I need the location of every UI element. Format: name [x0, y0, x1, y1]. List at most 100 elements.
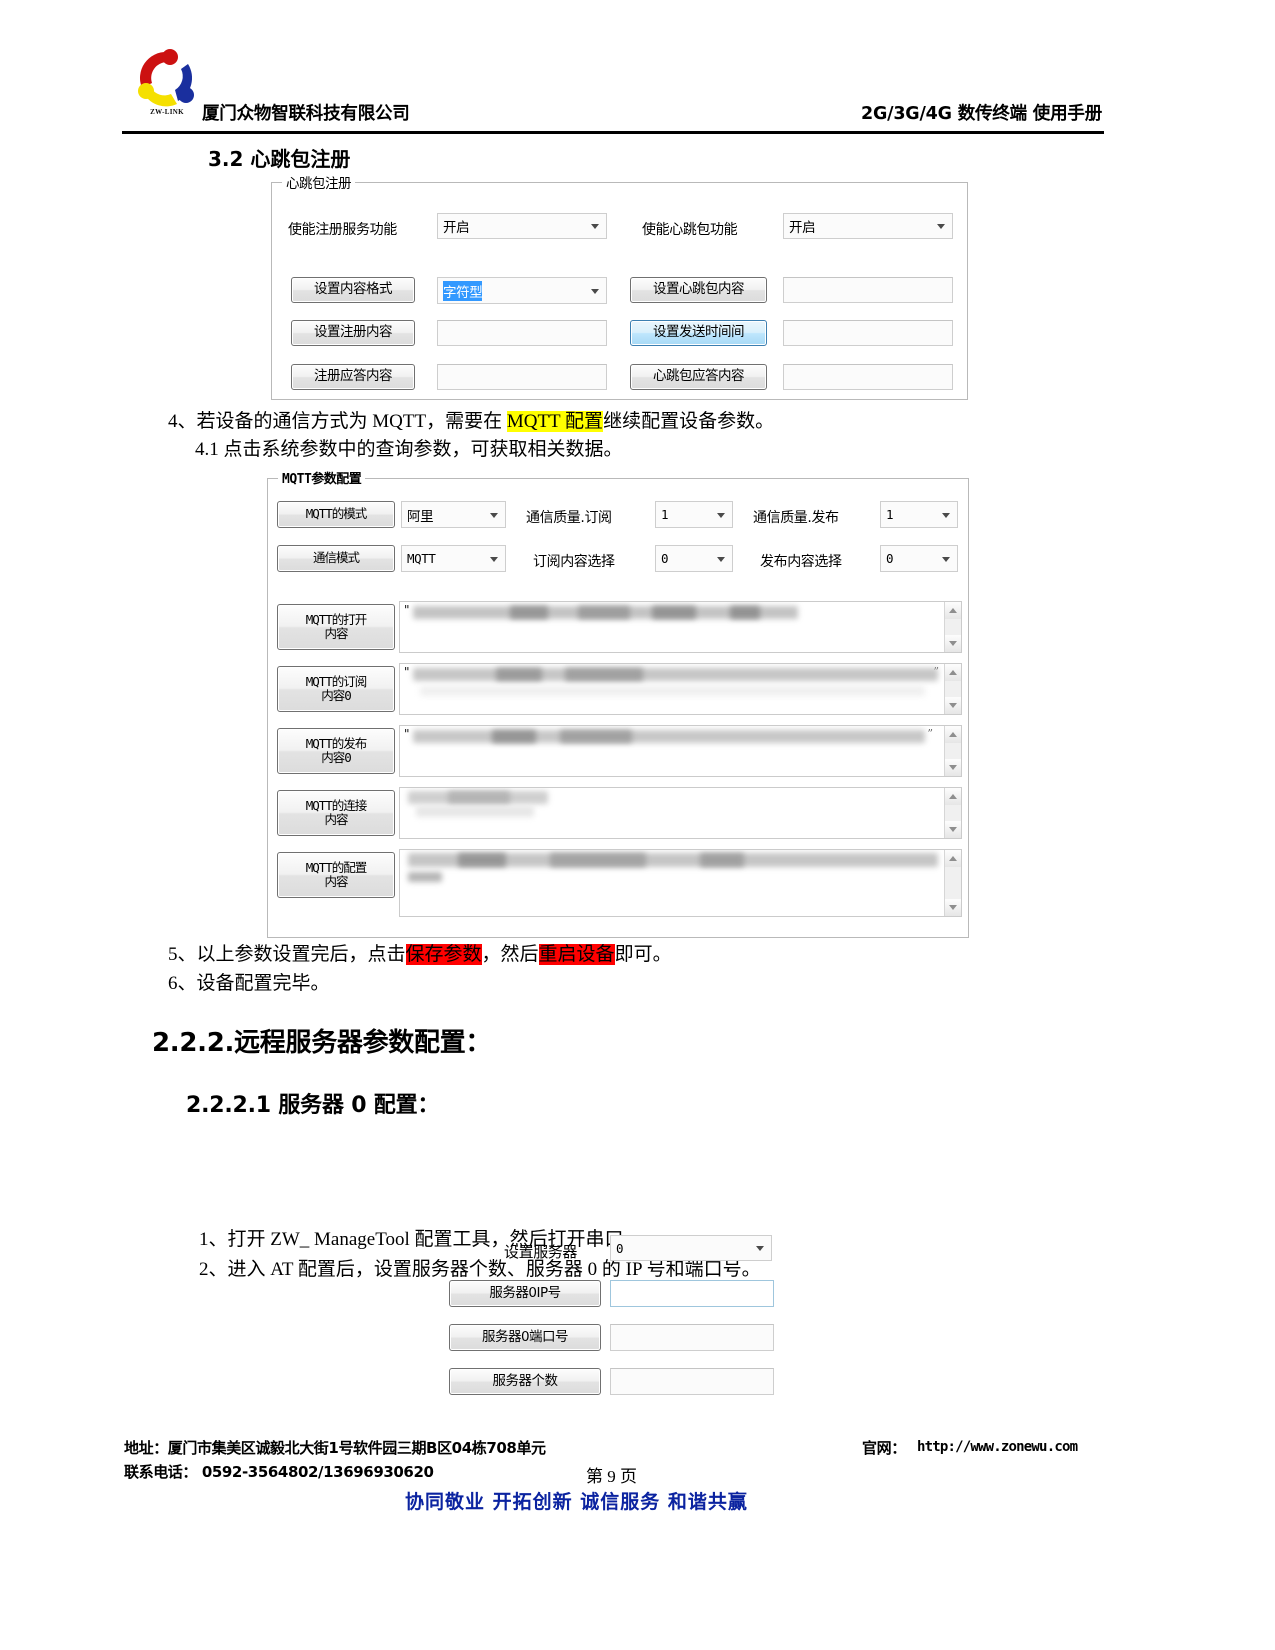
heading-3-2: 3.2 心跳包注册 [208, 147, 351, 171]
set-heartbeat-content-label: 设置心跳包内容 [653, 281, 745, 298]
scroll-down-icon[interactable] [945, 821, 961, 838]
chevron-down-icon [942, 512, 950, 518]
redacted-content [492, 730, 536, 743]
scroll-down-icon[interactable] [945, 899, 961, 916]
mqtt-subscribe-content0-button[interactable]: MQTT的订阅 内容0 [277, 666, 395, 712]
server0-port-input[interactable] [610, 1324, 774, 1351]
scrollbar-vertical[interactable] [944, 788, 961, 838]
heartbeat-reply-content-input[interactable] [783, 364, 953, 390]
heading-2-2-2-1: 2.2.2.1 服务器 0 配置： [186, 1093, 440, 1118]
communication-mode-dropdown[interactable]: MQTT [401, 545, 506, 572]
qos-subscribe-dropdown[interactable]: 1 [655, 501, 733, 528]
chevron-down-icon [490, 556, 498, 562]
mqtt-config-content-textarea[interactable] [399, 849, 962, 917]
set-content-format-label: 设置内容格式 [314, 281, 393, 298]
communication-mode-button[interactable]: 通信模式 [277, 545, 395, 572]
company-logo-icon: ZW-LINK [130, 44, 204, 124]
mqtt-open-content-textarea[interactable]: " [399, 601, 962, 653]
mqtt-open-content-label-2: 内容 [324, 626, 348, 641]
chevron-down-icon [591, 288, 599, 294]
enable-register-service-dropdown[interactable]: 开启 [437, 213, 607, 239]
scroll-up-icon[interactable] [945, 726, 961, 743]
content-format-dropdown[interactable]: 字符型 [437, 277, 607, 304]
page-header: ZW-LINK 厦门众物智联科技有限公司 2G/3G/4G 数传终端 使用手册 [122, 42, 1102, 134]
server0-ip-input[interactable] [610, 1280, 774, 1307]
chevron-down-icon [490, 512, 498, 518]
set-server-dropdown[interactable]: 0 [610, 1235, 772, 1261]
subscribe-content-select-dropdown[interactable]: 0 [655, 545, 733, 572]
enable-register-service-label: 使能注册服务功能 [288, 222, 397, 238]
server-count-input[interactable] [610, 1368, 774, 1395]
mqtt-subscribe-content0-textarea[interactable]: " ” [399, 663, 962, 715]
scrollbar-vertical[interactable] [944, 726, 961, 776]
scroll-down-icon[interactable] [945, 697, 961, 714]
publish-content-select-dropdown[interactable]: 0 [880, 545, 958, 572]
scroll-down-icon[interactable] [945, 635, 961, 652]
scrollbar-vertical[interactable] [944, 602, 961, 652]
communication-mode-label: 通信模式 [312, 550, 360, 566]
scroll-up-icon[interactable] [945, 850, 961, 867]
set-heartbeat-content-button[interactable]: 设置心跳包内容 [630, 277, 767, 303]
scroll-up-icon[interactable] [945, 602, 961, 619]
scroll-up-icon[interactable] [945, 788, 961, 805]
set-send-interval-label: 设置发送时间间 [653, 324, 745, 341]
redacted-content [578, 606, 630, 619]
enable-heartbeat-label: 使能心跳包功能 [642, 222, 738, 238]
mqtt-config-content-button[interactable]: MQTT的配置 内容 [277, 852, 395, 898]
chevron-down-icon [717, 512, 725, 518]
redacted-content [496, 668, 542, 681]
server-count-button[interactable]: 服务器个数 [449, 1368, 601, 1395]
register-reply-content-label: 注册应答内容 [314, 368, 393, 385]
qos-subscribe-value: 1 [661, 507, 669, 522]
page-number: 第 9 页 [586, 1467, 637, 1486]
send-interval-input[interactable] [783, 320, 953, 346]
mqtt-open-content-label-1: MQTT的打开 [305, 611, 368, 627]
footer-website-label: 官网： [862, 1439, 906, 1457]
publish-content-select-label: 发布内容选择 [760, 554, 842, 570]
register-reply-content-button[interactable]: 注册应答内容 [291, 364, 415, 390]
mqtt-connect-content-button[interactable]: MQTT的连接 内容 [277, 790, 395, 836]
step-5-text-a: 5、以上参数设置完后，点击 [168, 944, 406, 965]
register-content-input[interactable] [437, 320, 607, 346]
step-4-line: 4、若设备的通信方式为 MQTT，需要在 MQTT 配置继续配置设备参数。 [168, 410, 774, 434]
publish-content-select-value: 0 [886, 551, 894, 566]
quote-end-icon: ” [927, 727, 933, 740]
scrollbar-vertical[interactable] [944, 664, 961, 714]
section-2221-item-2: 2、进入 AT 配置后，设置服务器个数、服务器 0 的 IP 号和端口号。 [199, 1259, 761, 1280]
redacted-content [560, 730, 632, 743]
set-send-interval-button[interactable]: 设置发送时间间 [630, 320, 767, 346]
scroll-up-icon[interactable] [945, 664, 961, 681]
mqtt-mode-button[interactable]: MQTT的模式 [277, 501, 395, 528]
enable-heartbeat-value: 开启 [789, 220, 816, 236]
enable-heartbeat-dropdown[interactable]: 开启 [783, 213, 953, 239]
qos-publish-dropdown[interactable]: 1 [880, 501, 958, 528]
mqtt-mode-dropdown[interactable]: 阿里 [401, 501, 506, 528]
server-count-label: 服务器个数 [492, 1372, 559, 1389]
step-5-line: 5、以上参数设置完后，点击保存参数，然后重启设备即可。 [168, 943, 672, 967]
set-content-format-button[interactable]: 设置内容格式 [291, 277, 415, 303]
step-5-highlight-restart: 重启设备 [538, 944, 615, 965]
server0-ip-button[interactable]: 服务器0IP号 [449, 1280, 601, 1307]
chevron-down-icon [717, 556, 725, 562]
mqtt-open-content-button[interactable]: MQTT的打开 内容 [277, 604, 395, 650]
mqtt-connect-content-textarea[interactable] [399, 787, 962, 839]
step-5-text-mid: ，然后 [481, 944, 539, 965]
register-reply-content-input[interactable] [437, 364, 607, 390]
scrollbar-vertical[interactable] [944, 850, 961, 916]
set-register-content-label: 设置注册内容 [314, 324, 393, 341]
qos-publish-label: 通信质量.发布 [753, 510, 839, 526]
mqtt-publish-content0-button[interactable]: MQTT的发布 内容0 [277, 728, 395, 774]
mqtt-publish-content0-textarea[interactable]: " ” [399, 725, 962, 777]
server0-port-button[interactable]: 服务器0端口号 [449, 1324, 601, 1351]
qos-subscribe-label: 通信质量.订阅 [526, 510, 612, 526]
set-register-content-button[interactable]: 设置注册内容 [291, 320, 415, 346]
step-6-line: 6、设备配置完毕。 [168, 973, 330, 994]
heartbeat-reply-content-button[interactable]: 心跳包应答内容 [630, 364, 767, 390]
heartbeat-registration-panel: 心跳包注册 使能注册服务功能 开启 使能心跳包功能 开启 设置内容格式 字符型 … [271, 172, 968, 400]
footer-website-url[interactable]: http://www.zonewu.com [917, 1439, 1078, 1455]
chevron-down-icon [942, 556, 950, 562]
scroll-down-icon[interactable] [945, 759, 961, 776]
mqtt-config-content-label-2: 内容 [324, 874, 348, 889]
heartbeat-content-input[interactable] [783, 277, 953, 303]
step-5-highlight-save: 保存参数 [405, 944, 482, 965]
